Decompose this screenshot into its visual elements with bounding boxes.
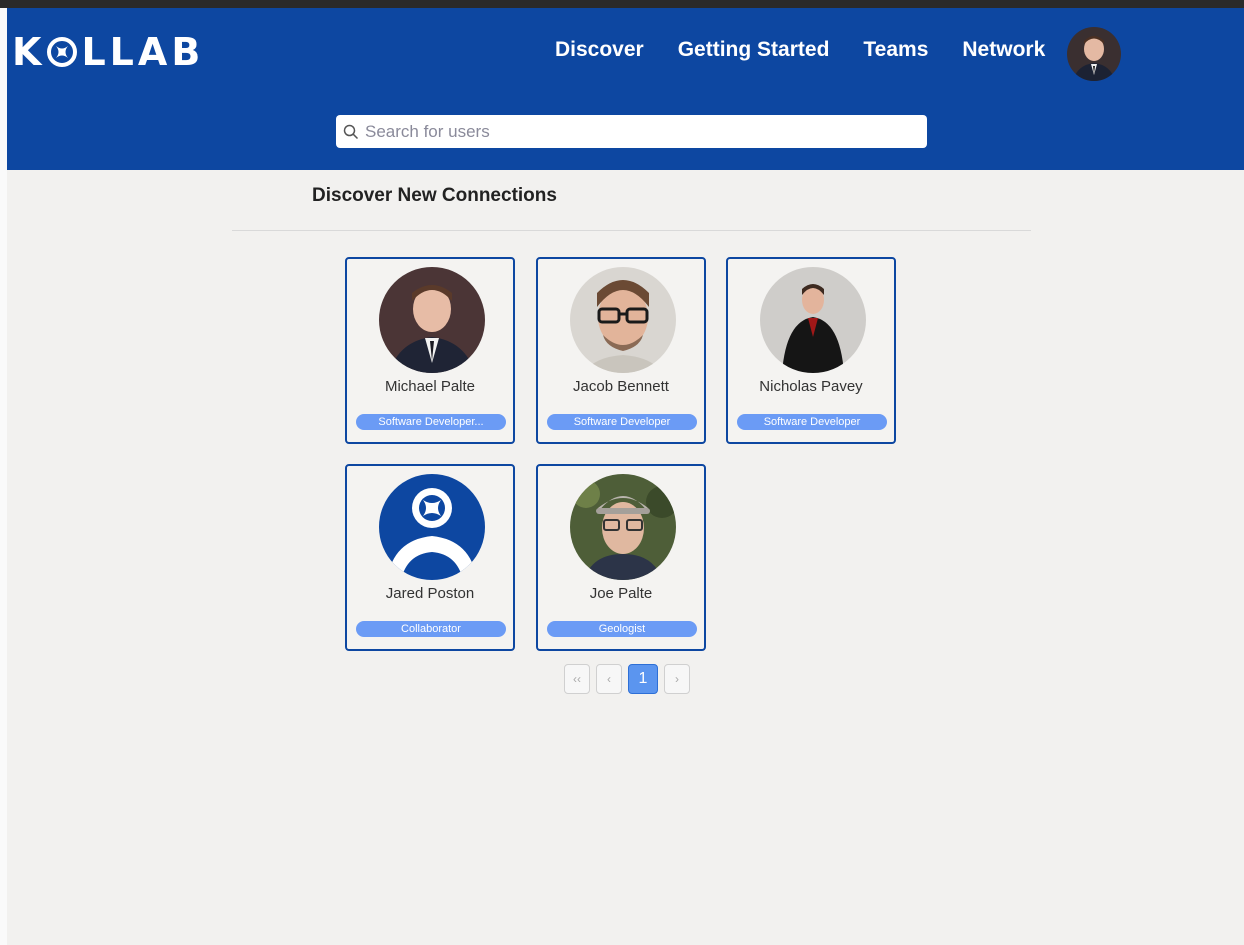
nav-getting-started[interactable]: Getting Started <box>678 38 830 62</box>
card-avatar <box>570 474 676 580</box>
role-badge: Software Developer <box>547 414 697 430</box>
window-left-strip <box>0 8 7 945</box>
pagination-next-button[interactable]: › <box>664 664 690 694</box>
nav-discover[interactable]: Discover <box>555 38 644 62</box>
logo-letter-b: B <box>171 30 205 74</box>
user-avatar-photo <box>1067 27 1121 81</box>
logo[interactable]: K L L A B <box>12 30 204 74</box>
nav-network[interactable]: Network <box>962 38 1045 62</box>
search-icon <box>343 124 359 139</box>
header-bar: K L L A B Discover Getting Started Teams… <box>7 8 1244 170</box>
card-name: Jared Poston <box>385 585 475 602</box>
user-card-michael-palte[interactable]: Michael Palte Software Developer... <box>345 257 515 444</box>
card-avatar <box>379 267 485 373</box>
nav-teams[interactable]: Teams <box>863 38 928 62</box>
profile-photo <box>379 267 485 373</box>
user-card-nicholas-pavey[interactable]: Nicholas Pavey Software Developer <box>726 257 896 444</box>
profile-photo <box>760 267 866 373</box>
pagination-prev-button[interactable]: ‹ <box>596 664 622 694</box>
page: K L L A B Discover Getting Started Teams… <box>0 0 1244 945</box>
card-name: Joe Palte <box>589 585 653 602</box>
title-divider <box>232 230 1031 231</box>
profile-photo <box>570 474 676 580</box>
card-name: Nicholas Pavey <box>759 378 863 395</box>
card-name: Michael Palte <box>384 378 476 395</box>
pagination-first-button[interactable]: ‹‹ <box>564 664 590 694</box>
kollab-logo-icon <box>47 37 78 67</box>
logo-letter-l2: L <box>109 30 138 74</box>
profile-photo <box>570 267 676 373</box>
card-avatar <box>570 267 676 373</box>
page-title: Discover New Connections <box>312 185 557 206</box>
role-badge: Geologist <box>547 621 697 637</box>
role-badge: Software Developer <box>737 414 887 430</box>
default-avatar-icon <box>379 474 485 580</box>
logo-letter-l1: L <box>81 30 110 74</box>
logo-letter-a: A <box>137 30 172 74</box>
logo-letter-k: K <box>12 30 46 74</box>
role-badge: Software Developer... <box>356 414 506 430</box>
search-input[interactable] <box>365 121 905 142</box>
card-avatar <box>379 474 485 580</box>
user-card-jared-poston[interactable]: Jared Poston Collaborator <box>345 464 515 651</box>
user-card-jacob-bennett[interactable]: Jacob Bennett Software Developer <box>536 257 706 444</box>
card-avatar <box>760 267 866 373</box>
user-avatar[interactable] <box>1067 27 1121 81</box>
user-card-joe-palte[interactable]: Joe Palte Geologist <box>536 464 706 651</box>
role-badge: Collaborator <box>356 621 506 637</box>
main-nav: Discover Getting Started Teams Network <box>555 38 1045 62</box>
pagination-page-1[interactable]: 1 <box>628 664 658 694</box>
search-bar <box>336 115 927 148</box>
pagination: ‹‹ ‹ 1 › <box>564 664 690 694</box>
window-top-strip <box>0 0 1244 8</box>
card-name: Jacob Bennett <box>573 378 669 395</box>
